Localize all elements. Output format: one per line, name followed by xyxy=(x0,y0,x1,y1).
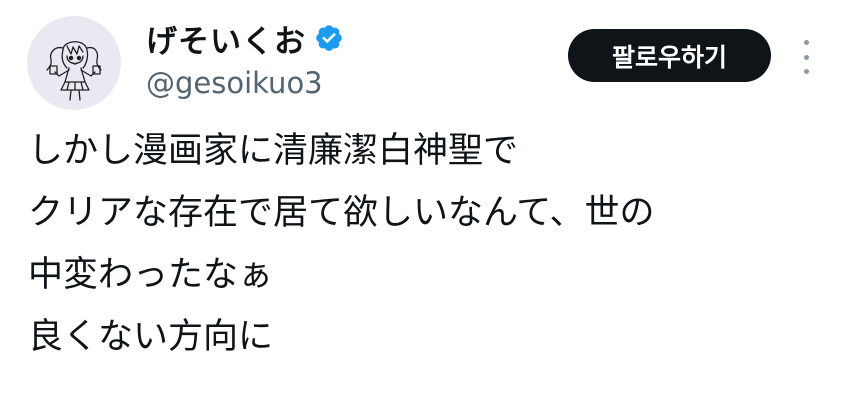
tweet-text-line: しかし漫画家に清廉潔白神聖で xyxy=(28,131,519,171)
tweet-text-line: 中変わったなぁ xyxy=(28,255,274,295)
tweet-text: しかし漫画家に清廉潔白神聖で クリアな存在で居て欲しいなんて、世の 中変わったな… xyxy=(28,134,828,382)
tweet-text-line: クリアな存在で居て欲しいなんて、世の xyxy=(28,193,655,233)
more-dot xyxy=(803,54,809,60)
tweet-card: げそいくお @gesoikuo3 팔로우하기 しかし漫画家に清廉潔白神聖で クリ… xyxy=(0,0,850,410)
tweet-text-line: 良くない方向に xyxy=(28,317,274,357)
avatar[interactable] xyxy=(27,16,121,110)
author-display-name[interactable]: げそいくお xyxy=(146,16,306,61)
author-name-row: げそいくお xyxy=(146,16,344,60)
anime-girl-sketch-avatar-icon xyxy=(46,41,102,101)
follow-button[interactable]: 팔로우하기 xyxy=(568,29,771,82)
author-handle[interactable]: @gesoikuo3 xyxy=(146,66,323,100)
verified-badge-icon xyxy=(314,23,344,53)
more-options-vertical-icon[interactable] xyxy=(793,40,819,74)
more-dot xyxy=(803,69,809,74)
more-dot xyxy=(803,40,809,45)
